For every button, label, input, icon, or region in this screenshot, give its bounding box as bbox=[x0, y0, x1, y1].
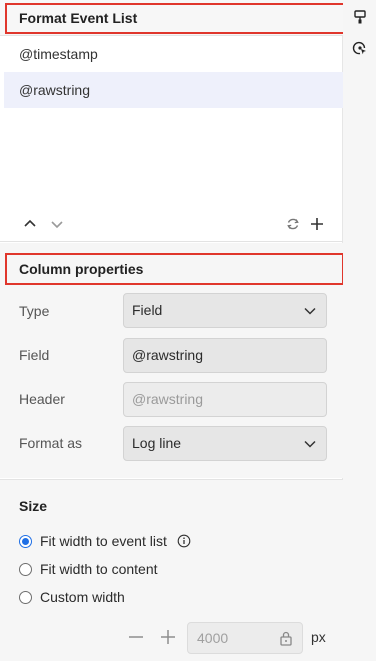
highlight-box-column-properties bbox=[5, 253, 344, 285]
type-select[interactable]: Field bbox=[123, 293, 327, 328]
field-input[interactable]: @rawstring bbox=[123, 338, 327, 373]
chevron-up-icon[interactable] bbox=[22, 216, 38, 232]
size-title: Size bbox=[19, 498, 48, 514]
highlight-box-title bbox=[5, 3, 345, 34]
cursor-target-icon[interactable] bbox=[352, 40, 368, 56]
type-value: Field bbox=[132, 302, 163, 318]
type-label: Type bbox=[19, 303, 50, 319]
custom-width-input[interactable]: 4000 bbox=[187, 622, 303, 654]
format-as-label: Format as bbox=[19, 435, 83, 451]
radio-button[interactable] bbox=[19, 590, 32, 604]
radio-label: Fit width to content bbox=[40, 561, 158, 577]
unit-label: px bbox=[311, 629, 326, 645]
reset-icon[interactable] bbox=[285, 216, 301, 232]
chevron-down-icon bbox=[304, 307, 316, 315]
plus-icon[interactable] bbox=[309, 216, 325, 232]
radio-fit-event-list[interactable]: Fit width to event list bbox=[19, 531, 191, 551]
format-as-select[interactable]: Log line bbox=[123, 426, 327, 461]
plus-icon[interactable] bbox=[159, 628, 177, 646]
custom-width-value: 4000 bbox=[197, 630, 229, 646]
event-list-item[interactable]: @timestamp bbox=[4, 36, 343, 72]
radio-custom-width[interactable]: Custom width bbox=[19, 587, 125, 607]
chevron-down-icon bbox=[304, 440, 316, 448]
event-list-item-selected[interactable]: @rawstring bbox=[4, 72, 343, 108]
header-label: Header bbox=[19, 391, 65, 407]
radio-label: Fit width to event list bbox=[40, 533, 167, 549]
info-icon[interactable] bbox=[177, 534, 191, 548]
minus-icon[interactable] bbox=[127, 629, 145, 645]
format-as-value: Log line bbox=[132, 435, 182, 451]
event-field-label: @timestamp bbox=[19, 46, 98, 62]
radio-button[interactable] bbox=[19, 562, 32, 576]
header-input[interactable]: @rawstring bbox=[123, 382, 327, 417]
radio-label: Custom width bbox=[40, 589, 125, 605]
list-toolbar bbox=[0, 206, 343, 242]
radio-button-checked[interactable] bbox=[19, 534, 32, 548]
chevron-down-icon[interactable] bbox=[49, 216, 65, 232]
header-placeholder: @rawstring bbox=[132, 391, 204, 407]
format-event-list-panel: Format Event List @timestamp @rawstring … bbox=[0, 0, 345, 661]
radio-fit-content[interactable]: Fit width to content bbox=[19, 559, 158, 579]
paint-roller-icon[interactable] bbox=[352, 9, 368, 25]
field-value: @rawstring bbox=[132, 347, 204, 363]
lock-icon[interactable] bbox=[279, 630, 293, 646]
side-rail bbox=[343, 0, 376, 661]
field-label: Field bbox=[19, 347, 50, 363]
event-field-label: @rawstring bbox=[19, 82, 91, 98]
